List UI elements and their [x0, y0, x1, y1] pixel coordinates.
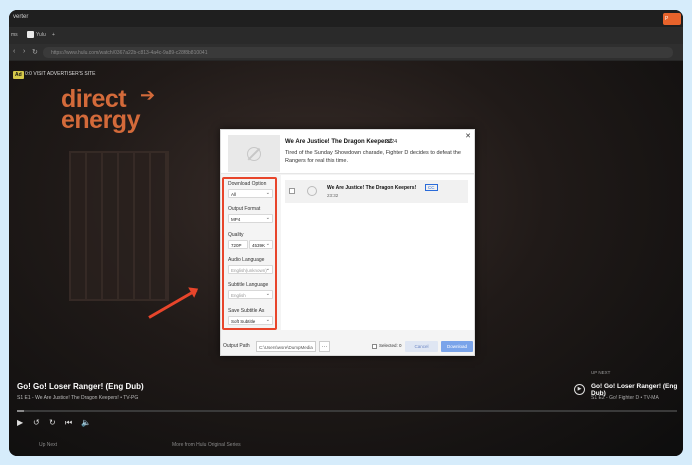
options-panel: Download Option All ⌄ Output Format MP4 … [221, 175, 279, 330]
title-bar: verter P [9, 10, 683, 28]
ad-badge: Ad [13, 71, 24, 79]
play-next-icon[interactable]: ▶ [574, 384, 585, 395]
subtitle-language-value: English [231, 292, 246, 298]
up-next-info: S1 E2 - Go! Fighter D • TV-MA [591, 395, 659, 401]
progress-bar[interactable] [17, 410, 677, 412]
chevron-down-icon: ⌄ [265, 266, 270, 272]
background-window [69, 151, 169, 301]
volume-icon[interactable]: 🔈 [81, 418, 91, 427]
forward-skip-icon[interactable]: ↻ [49, 418, 56, 427]
output-format-select[interactable]: MP4 ⌄ [228, 214, 273, 223]
url-bar: ‹ › ↻ https://www.hulu.com/watch/0367a22… [9, 44, 683, 61]
quality-bitrate-select[interactable]: 4539K ⌄ [249, 240, 273, 249]
progress-fill [17, 410, 24, 412]
item-duration: 23:32 [327, 193, 339, 198]
save-subtitle-label: Save Subtitle As [228, 308, 265, 314]
save-subtitle-select[interactable]: Soft Subtitle ⌄ [228, 316, 273, 325]
download-dialog: We Are Justice! The Dragon Keepers! 2024… [220, 129, 475, 356]
rewind-icon[interactable]: ↺ [33, 418, 40, 427]
previous-icon[interactable]: ⏮ [65, 418, 72, 428]
url-input[interactable]: https://www.hulu.com/watch/0367a22b-c813… [43, 47, 673, 58]
advertiser-logo: direct energy [61, 87, 140, 134]
forward-icon[interactable]: › [23, 48, 25, 55]
download-option-value: All [231, 191, 237, 197]
download-option-label: Download Option [228, 181, 267, 187]
app-window: verter P ms Yulu + ‹ › ↻ https://www.hul… [9, 10, 683, 456]
app-title: verter [13, 14, 29, 20]
episode-description: Tired of the Sunday Showdown charade, Fi… [285, 150, 461, 164]
play-icon[interactable]: ▶ [17, 418, 23, 427]
dialog-header: We Are Justice! The Dragon Keepers! 2024… [221, 130, 474, 174]
quality-label: Quality [228, 232, 244, 238]
no-image-icon [247, 147, 261, 161]
output-format-value: MP4 [231, 216, 241, 222]
quality-resolution-select[interactable]: 720P [228, 240, 248, 249]
chevron-down-icon: ⌄ [265, 291, 270, 297]
cancel-button[interactable]: Cancel [405, 341, 438, 352]
tab-ms[interactable]: ms [11, 32, 18, 38]
no-image-icon [307, 186, 317, 196]
item-title: We Are Justice! The Dragon Keepers! [327, 185, 417, 191]
select-all-checkbox[interactable] [372, 344, 377, 349]
close-icon[interactable]: ✕ [465, 132, 471, 140]
episode-title: We Are Justice! The Dragon Keepers! [285, 139, 393, 145]
more-from-label: More from Hulu Original Series [172, 442, 241, 448]
save-subtitle-value: Soft Subtitle [231, 318, 256, 324]
logo-line-2: energy [61, 106, 140, 134]
chevron-down-icon: ⌄ [265, 241, 270, 247]
output-path-field[interactable]: C:\Users\wsre\DumpMedia [256, 341, 316, 352]
download-button[interactable]: Download [441, 341, 473, 352]
tab-yulu[interactable]: Yulu [36, 32, 46, 38]
download-option-select[interactable]: All ⌄ [228, 189, 273, 198]
episode-info: S1 E1 - We Are Justice! The Dragon Keepe… [17, 395, 139, 401]
cc-badge: CC [425, 184, 438, 191]
selected-count: Selected: 0 [379, 343, 402, 348]
quality-resolution-value: 720P [231, 242, 242, 248]
episode-list: We Are Justice! The Dragon Keepers! CC 2… [281, 175, 474, 330]
output-path-label: Output Path [223, 343, 250, 349]
dialog-footer: Output Path C:\Users\wsre\DumpMedia … Se… [221, 338, 474, 356]
back-icon[interactable]: ‹ [13, 48, 15, 55]
item-checkbox[interactable] [289, 188, 295, 194]
chevron-down-icon: ⌄ [265, 215, 270, 221]
episode-thumbnail [228, 135, 280, 172]
show-title: Go! Go! Loser Ranger! (Eng Dub) [17, 382, 144, 391]
browser-tabs: ms Yulu + [9, 28, 683, 44]
visit-advertiser-link[interactable]: 0:0 VISIT ADVERTISER'S SITE [25, 71, 96, 77]
audio-language-select[interactable]: English(unknown) ⌄ [228, 265, 273, 274]
app-action-button[interactable]: P [663, 13, 681, 25]
screenshot-frame: verter P ms Yulu + ‹ › ↻ https://www.hul… [0, 0, 692, 465]
logo-arrow-icon: ➔ [140, 85, 156, 105]
audio-language-value: English(unknown) [231, 267, 267, 273]
up-next-label: UP NEXT [591, 370, 611, 375]
audio-language-label: Audio Language [228, 257, 265, 263]
chevron-down-icon: ⌄ [265, 317, 270, 323]
up-next-section-label: Up Next [39, 442, 58, 448]
tab-favicon [27, 31, 34, 38]
episode-year: 2024 [385, 139, 398, 145]
reload-icon[interactable]: ↻ [32, 48, 38, 56]
subtitle-language-select[interactable]: English ⌄ [228, 290, 273, 299]
list-item[interactable]: We Are Justice! The Dragon Keepers! CC 2… [285, 180, 468, 203]
output-format-label: Output Format [228, 206, 261, 212]
quality-bitrate-value: 4539K [252, 242, 266, 248]
chevron-down-icon: ⌄ [265, 190, 270, 196]
new-tab-button[interactable]: + [52, 32, 55, 38]
folder-icon[interactable]: … [319, 341, 330, 352]
subtitle-language-label: Subtitle Language [228, 282, 269, 288]
